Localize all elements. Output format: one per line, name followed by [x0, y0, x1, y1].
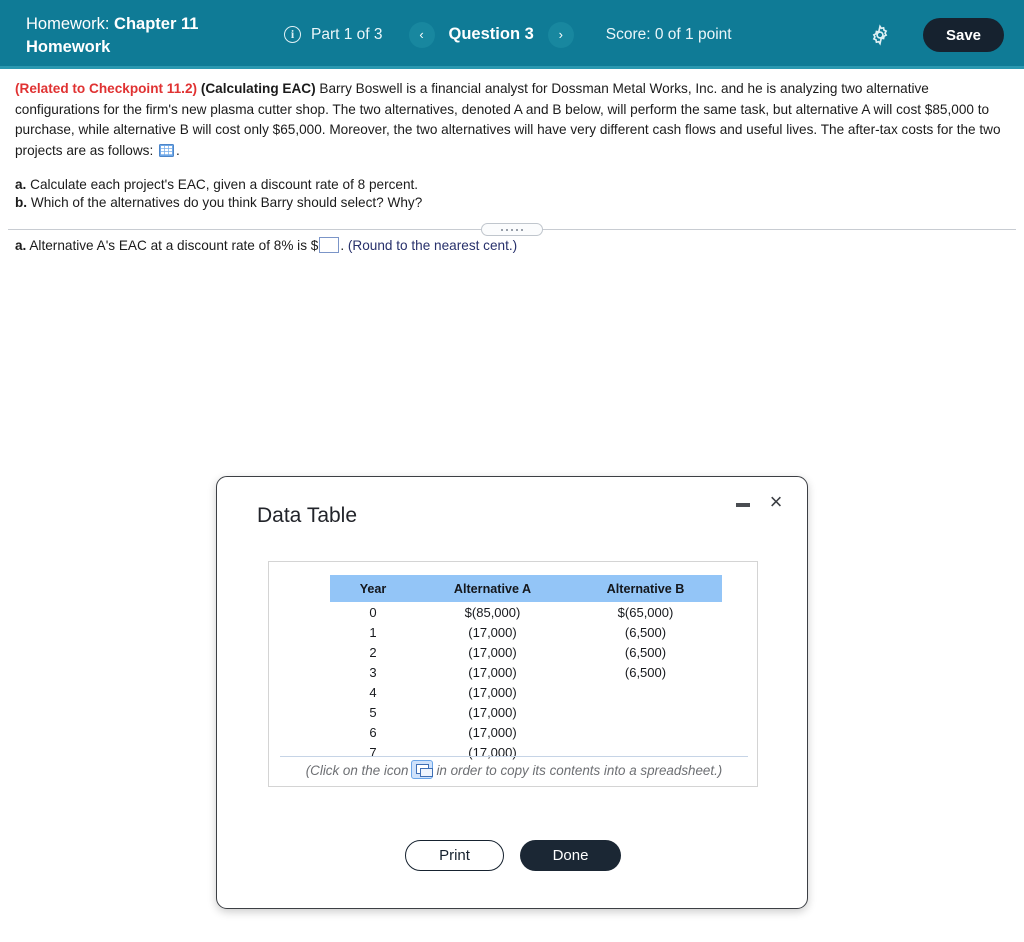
cell-year: 2 — [369, 644, 377, 660]
cell-alternative-b: $(65,000) — [617, 604, 674, 620]
cell-year: 7 — [369, 744, 377, 760]
minimize-bar — [736, 503, 750, 507]
data-table: Year Alternative A Alternative B 0 $(85,… — [330, 575, 722, 762]
table-row: 4 (17,000) — [330, 682, 722, 702]
question-parts: a. Calculate each project's EAC, given a… — [15, 176, 915, 212]
answer-prompt: Alternative A's EAC at a discount rate o… — [26, 238, 319, 253]
table-row: 1 (17,000) (6,500) — [330, 622, 722, 642]
cell-year: 5 — [369, 704, 377, 720]
question-part-b: b. Which of the alternatives do you thin… — [15, 194, 915, 212]
app-header: Homework: Chapter 11 Homework i Part 1 o… — [0, 0, 1024, 69]
rounding-hint: (Round to the nearest cent.) — [347, 238, 518, 253]
table-bottom-rule — [280, 756, 748, 757]
cell-year: 6 — [369, 724, 377, 740]
next-question-button[interactable]: › — [547, 21, 574, 48]
cell-alternative-b: (6,500) — [624, 664, 667, 680]
page-root: Homework: Chapter 11 Homework i Part 1 o… — [0, 0, 1024, 942]
table-row: 6 (17,000) — [330, 722, 722, 742]
data-table-container: Year Alternative A Alternative B 0 $(85,… — [268, 561, 758, 787]
handle-dot — [516, 228, 518, 231]
cell-alternative-a: (17,000) — [468, 744, 517, 760]
cell-alternative-a: (17,000) — [468, 684, 517, 700]
score-indicator: Score: 0 of 1 point — [605, 25, 732, 43]
dialog-actions: Print Done — [217, 840, 809, 871]
info-icon[interactable]: i — [284, 26, 301, 43]
data-table-body: 0 $(85,000) $(65,000) 1 (17,000) (6,500)… — [330, 602, 722, 762]
data-table-dialog: Data Table × Year Alternative A Alternat… — [216, 476, 808, 909]
table-row: 2 (17,000) (6,500) — [330, 642, 722, 662]
cell-alternative-b — [569, 722, 722, 742]
cell-year: 4 — [369, 684, 377, 700]
table-row: 0 $(85,000) $(65,000) — [330, 602, 722, 622]
topic-tag: (Calculating EAC) — [200, 81, 316, 96]
cell-year: 1 — [369, 624, 377, 640]
handle-dot — [506, 228, 508, 231]
homework-title: Homework: Chapter 11 Homework — [26, 13, 276, 59]
divider-drag-handle[interactable] — [481, 223, 543, 236]
cell-alternative-a: (17,000) — [468, 644, 517, 660]
gear-icon[interactable] — [869, 24, 891, 46]
question-part-a: a. Calculate each project's EAC, given a… — [15, 176, 915, 194]
part-indicator: Part 1 of 3 — [311, 25, 383, 43]
table-row: 7 (17,000) — [330, 742, 722, 762]
cell-alternative-b — [569, 742, 722, 762]
copy-instruction: (Click on the icon in order to copy its c… — [276, 760, 752, 779]
cell-alternative-a: (17,000) — [468, 704, 517, 720]
handle-dot — [501, 228, 503, 231]
handle-dot — [521, 228, 523, 231]
cell-alternative-b: (6,500) — [624, 644, 667, 660]
panel-divider — [0, 223, 1024, 237]
copy-instruction-before: (Click on the icon — [305, 763, 409, 778]
close-icon[interactable]: × — [763, 489, 789, 515]
related-checkpoint-tag: (Related to Checkpoint 11.2) — [15, 81, 198, 96]
print-button[interactable]: Print — [405, 840, 504, 871]
save-button[interactable]: Save — [923, 18, 1004, 52]
cell-year: 3 — [369, 664, 377, 680]
question-statement: (Related to Checkpoint 11.2) (Calculatin… — [15, 79, 1010, 161]
cell-alternative-a: $(85,000) — [464, 604, 521, 620]
cell-alternative-a: (17,000) — [468, 724, 517, 740]
part-a-marker: a. — [15, 177, 27, 192]
minimize-icon[interactable] — [733, 494, 753, 516]
eac-answer-input[interactable] — [319, 237, 340, 253]
column-header-alternative-b: Alternative B — [569, 575, 722, 602]
cell-year: 0 — [369, 604, 377, 620]
cell-alternative-a: (17,000) — [468, 624, 517, 640]
table-row: 3 (17,000) (6,500) — [330, 662, 722, 682]
table-header-row: Year Alternative A Alternative B — [330, 575, 722, 602]
part-b-text: Which of the alternatives do you think B… — [27, 195, 423, 210]
cell-alternative-b: (6,500) — [624, 624, 667, 640]
header-nav-cluster: i Part 1 of 3 ‹ Question 3 › Score: 0 of… — [284, 0, 732, 69]
copy-to-spreadsheet-icon[interactable] — [411, 760, 434, 779]
cell-alternative-b — [569, 702, 722, 722]
data-table-head: Year Alternative A Alternative B — [330, 575, 722, 602]
handle-dot — [511, 228, 513, 231]
dialog-title: Data Table — [257, 504, 358, 527]
answer-marker: a. — [15, 238, 27, 253]
column-header-alternative-a: Alternative A — [416, 575, 569, 602]
done-button[interactable]: Done — [520, 840, 621, 871]
answer-period: . — [340, 238, 345, 253]
cell-alternative-b — [569, 682, 722, 702]
table-row: 5 (17,000) — [330, 702, 722, 722]
question-text-tail: . — [176, 142, 180, 158]
part-a-text: Calculate each project's EAC, given a di… — [26, 177, 419, 192]
question-indicator: Question 3 — [448, 25, 534, 43]
previous-question-button[interactable]: ‹ — [408, 21, 435, 48]
column-header-year: Year — [330, 575, 416, 602]
part-b-marker: b. — [15, 195, 28, 210]
copy-instruction-after: in order to copy its contents into a spr… — [436, 763, 723, 778]
cell-alternative-a: (17,000) — [468, 664, 517, 680]
answer-row: a. Alternative A's EAC at a discount rat… — [15, 236, 517, 255]
homework-prefix: Homework: — [26, 15, 110, 33]
spreadsheet-icon[interactable] — [159, 143, 175, 157]
